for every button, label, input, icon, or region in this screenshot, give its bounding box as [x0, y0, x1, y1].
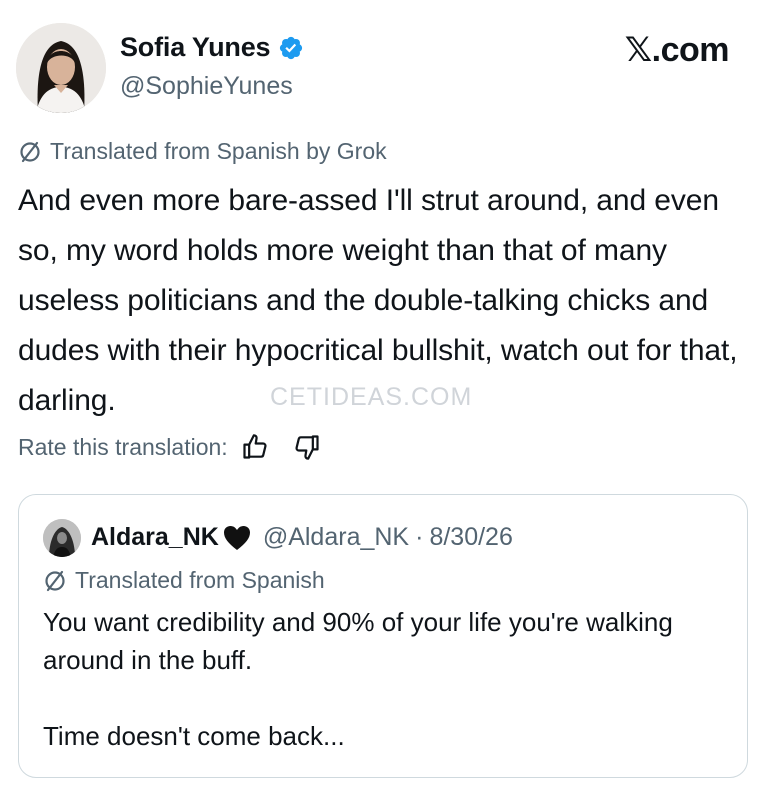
display-name[interactable]: Sofia Yunes [120, 32, 271, 63]
translation-source-label: Translated from Spanish by Grok [50, 138, 387, 164]
grok-slash-icon [43, 569, 67, 593]
brand-logo: 𝕏.com [624, 31, 730, 69]
translation-source: Translated from Spanish by Grok [18, 138, 387, 165]
quoted-tweet[interactable]: Aldara_NK @Aldara_NK · 8/30/26 Translate… [18, 494, 748, 778]
name-row: Sofia Yunes [120, 32, 304, 63]
quoted-translation-source: Translated from Spanish [43, 567, 325, 594]
grok-slash-icon [18, 140, 42, 164]
handle[interactable]: @SophieYunes [120, 72, 293, 101]
rate-translation-label: Rate this translation: [18, 433, 228, 460]
thumbs-down-icon[interactable] [292, 432, 322, 462]
tweet-header: Sofia Yunes @SophieYunes 𝕏.com [16, 20, 749, 115]
rate-translation: Rate this translation: [18, 432, 322, 462]
quoted-date[interactable]: 8/30/26 [429, 523, 512, 552]
quoted-avatar[interactable] [43, 519, 81, 557]
separator-dot: · [415, 523, 424, 551]
avatar[interactable] [16, 23, 106, 113]
tweet-text: And even more bare-assed I'll strut arou… [18, 184, 738, 417]
verified-badge-icon [278, 35, 304, 61]
avatar-image [16, 23, 106, 113]
quoted-text: You want credibility and 90% of your lif… [43, 607, 673, 751]
quoted-display-name[interactable]: Aldara_NK [91, 523, 219, 552]
quoted-handle[interactable]: @Aldara_NK [263, 523, 409, 552]
quoted-avatar-image [43, 519, 81, 557]
quoted-translation-label: Translated from Spanish [75, 567, 325, 593]
thumbs-up-icon[interactable] [240, 432, 270, 462]
black-heart-icon [223, 525, 251, 551]
quoted-header: Aldara_NK @Aldara_NK · 8/30/26 [91, 523, 513, 552]
